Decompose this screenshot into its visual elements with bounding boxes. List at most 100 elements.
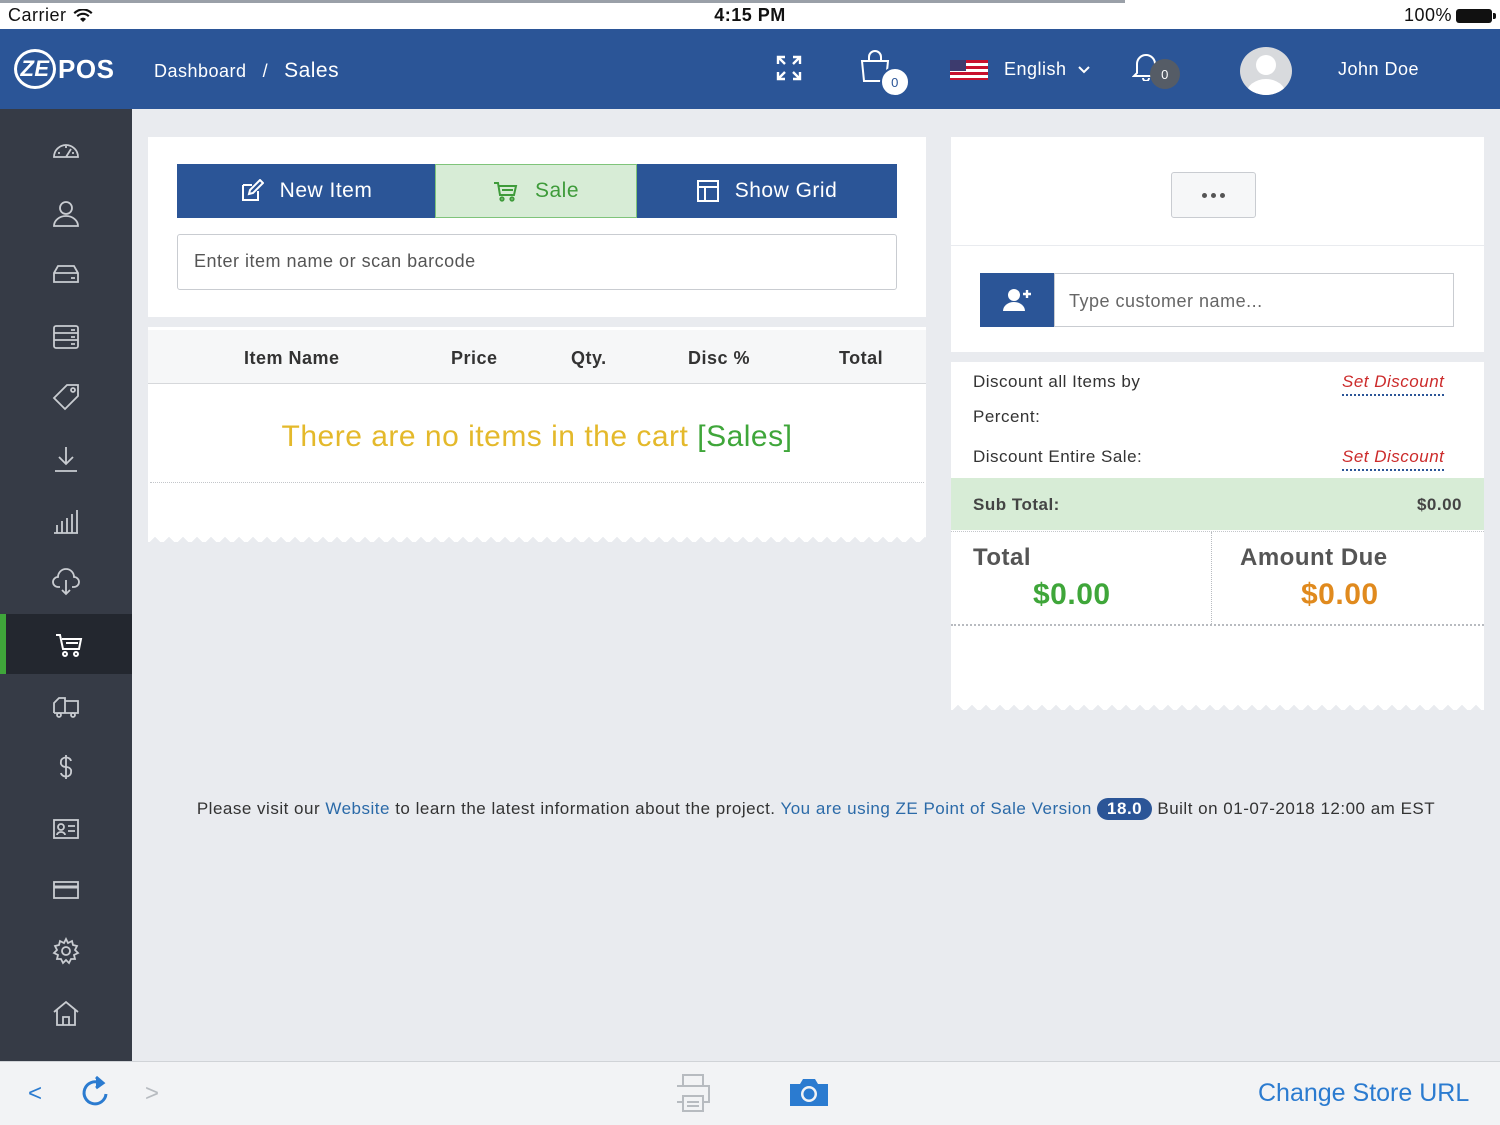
- back-button[interactable]: <: [28, 1080, 43, 1108]
- totals-column-divider: [1211, 532, 1212, 624]
- column-qty: Qty.: [571, 348, 607, 368]
- version-text: You are using ZE Point of Sale Version: [780, 799, 1092, 818]
- amount-due-value: $0.00: [1301, 578, 1379, 611]
- camera-icon: [790, 1079, 828, 1106]
- dashboard-gauge-icon: [53, 144, 79, 158]
- forward-button[interactable]: >: [145, 1080, 160, 1108]
- print-button[interactable]: [672, 1072, 714, 1119]
- column-disc: Disc %: [688, 348, 751, 368]
- column-total: Total: [839, 348, 884, 368]
- sidebar-item-employees[interactable]: [0, 799, 132, 859]
- logo-text: POS: [58, 53, 115, 84]
- chevron-down-icon: [1077, 65, 1090, 73]
- set-discount-percent-link[interactable]: Set Discount: [1342, 372, 1445, 396]
- discount-percent-label: Discount all Items by: [973, 372, 1141, 391]
- sidebar-item-settings[interactable]: [0, 921, 132, 981]
- notification-count-badge: 0: [1150, 59, 1180, 89]
- reports-chart-icon: [54, 510, 78, 534]
- sale-tab[interactable]: Sale: [435, 164, 637, 218]
- cart-count-badge: 0: [880, 67, 910, 97]
- item-search-input[interactable]: Enter item name or scan barcode: [177, 234, 897, 290]
- breadcrumb-separator: /: [262, 61, 269, 81]
- more-options-button[interactable]: [1171, 172, 1256, 218]
- us-flag-icon: [950, 59, 988, 80]
- sidebar-item-cloud[interactable]: [0, 552, 132, 612]
- settings-gear-icon: [52, 936, 80, 965]
- set-discount-entire-link[interactable]: Set Discount: [1342, 447, 1445, 471]
- sidebar-item-item-kits[interactable]: [0, 306, 132, 366]
- sidebar-item-suppliers[interactable]: [0, 676, 132, 736]
- website-link[interactable]: Website: [325, 799, 390, 818]
- locations-home-icon: [53, 1000, 79, 1026]
- show-grid-label: Show Grid: [734, 179, 838, 202]
- customers-icon: [53, 201, 79, 227]
- top-navbar: ZE POS Dashboard / Sales 0 English 0 Joh…: [0, 29, 1500, 109]
- camera-button[interactable]: [788, 1076, 830, 1113]
- empty-cart-mode: [Sales]: [697, 420, 793, 453]
- logo-mark: ZE: [14, 49, 56, 89]
- new-item-button[interactable]: New Item: [177, 164, 435, 218]
- sidebar-item-customers[interactable]: [0, 183, 132, 243]
- sale-label: Sale: [534, 179, 580, 202]
- version-badge: 18.0: [1097, 798, 1153, 820]
- cart-table-header: Item Name Price Qty. Disc % Total: [148, 330, 926, 384]
- printer-icon: [677, 1074, 710, 1112]
- cart-button[interactable]: 0: [858, 49, 910, 97]
- totals-top-divider: [951, 531, 1484, 532]
- register-tabs: New Item Sale Show Grid: [177, 164, 897, 218]
- battery-percent: 100%: [1403, 5, 1452, 25]
- total-value: $0.00: [1033, 578, 1111, 611]
- sidebar-item-receivings[interactable]: [0, 429, 132, 489]
- suppliers-truck-icon: [53, 697, 79, 718]
- add-user-icon: [1003, 289, 1031, 311]
- customer-name-input[interactable]: Type customer name...: [1054, 273, 1454, 327]
- more-dot-icon: [1220, 192, 1225, 198]
- clock: 4:15 PM: [714, 5, 786, 25]
- total-label: Total: [973, 544, 1032, 571]
- page-load-progress: [0, 0, 1125, 3]
- sidebar-item-items[interactable]: [0, 244, 132, 304]
- sidebar-item-locations[interactable]: [0, 983, 132, 1043]
- ze-pos-logo[interactable]: ZE POS: [14, 49, 114, 89]
- shopping-cart-icon: [493, 182, 518, 202]
- reload-icon: [82, 1075, 108, 1106]
- breadcrumb-dashboard[interactable]: Dashboard: [154, 61, 247, 82]
- subtotal-value: $0.00: [1416, 495, 1462, 514]
- avatar[interactable]: [1240, 47, 1292, 95]
- sidebar-item-expenses[interactable]: [0, 737, 132, 797]
- show-grid-button[interactable]: Show Grid: [637, 164, 897, 218]
- payment-card-icon: [53, 881, 79, 899]
- breadcrumb-current: Sales: [284, 59, 340, 82]
- language-label: English: [1004, 59, 1067, 79]
- edit-icon: [241, 179, 264, 201]
- sidebar-item-price-tags[interactable]: [0, 367, 132, 427]
- reload-button[interactable]: [78, 1074, 112, 1115]
- subtotal-label: Sub Total:: [973, 495, 1060, 514]
- more-dot-icon: [1202, 192, 1207, 198]
- sales-cart-icon: [56, 634, 83, 657]
- new-item-label: New Item: [279, 179, 373, 202]
- language-selector[interactable]: English: [950, 59, 1091, 80]
- sidebar-item-sales[interactable]: [0, 614, 132, 674]
- grid-layout-icon: [696, 180, 719, 202]
- change-store-url-link[interactable]: Change Store URL: [1258, 1079, 1469, 1108]
- build-date: Built on 01-07-2018 12:00 am EST: [1157, 799, 1436, 818]
- user-avatar-icon: [1246, 55, 1286, 95]
- sidebar-item-payments[interactable]: [0, 860, 132, 920]
- breadcrumb: Dashboard / Sales: [154, 59, 339, 83]
- cart-divider: [150, 482, 924, 483]
- fullscreen-icon[interactable]: [776, 55, 802, 86]
- column-price: Price: [451, 348, 498, 368]
- user-name[interactable]: John Doe: [1338, 59, 1419, 80]
- discount-entire-label: Discount Entire Sale:: [973, 447, 1143, 466]
- notifications-button[interactable]: 0: [1131, 51, 1180, 89]
- receivings-icon: [55, 447, 77, 472]
- item-kits-icon: [53, 325, 79, 349]
- sidebar-item-dashboard[interactable]: [0, 121, 132, 181]
- items-icon: [53, 265, 79, 283]
- column-item-name[interactable]: Item Name: [244, 348, 340, 369]
- browser-toolbar: < > Change Store URL: [0, 1061, 1500, 1125]
- sidebar-item-reports[interactable]: [0, 491, 132, 551]
- subtotal-row: Sub Total: $0.00: [951, 478, 1484, 530]
- add-customer-button[interactable]: [980, 273, 1054, 327]
